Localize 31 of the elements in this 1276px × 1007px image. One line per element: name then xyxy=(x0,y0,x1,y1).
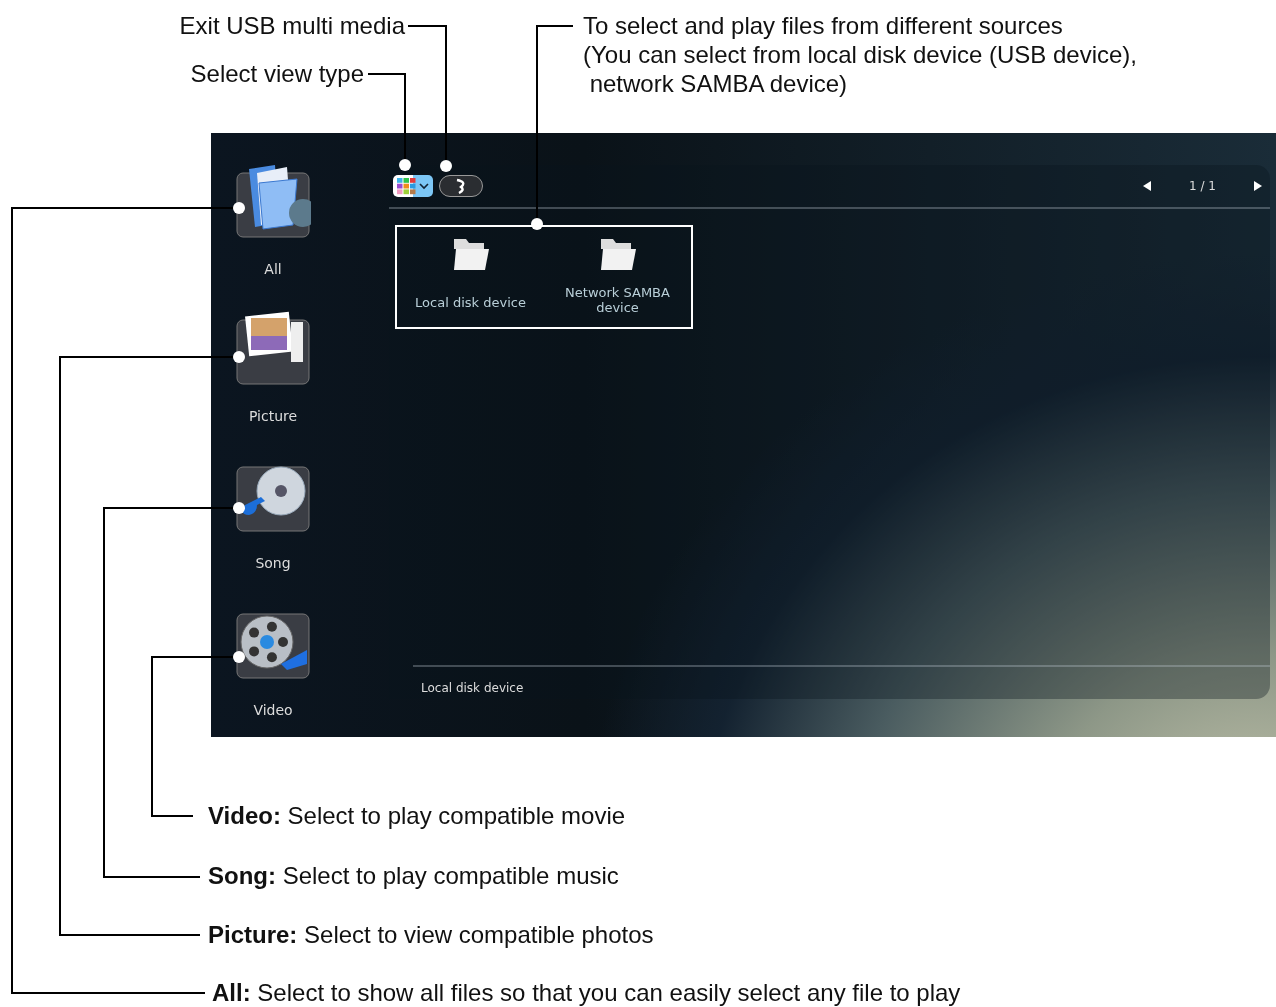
callout-text: Video: Select to play compatible movie xyxy=(208,801,626,831)
next-page-icon[interactable] xyxy=(1252,180,1264,192)
grid-icon xyxy=(395,177,417,195)
callout-text: To select and play files from different sources (You can select from local disk device (USB device), network SAMBA device) xyxy=(583,11,1137,98)
chevron-down-icon xyxy=(417,181,431,191)
source-label: Network SAMBA device xyxy=(564,285,671,315)
category-item[interactable]: Video xyxy=(235,604,311,737)
back-button[interactable] xyxy=(439,175,483,197)
category-label: All xyxy=(264,261,282,277)
category-item[interactable]: All xyxy=(235,163,311,296)
page-indicator: 1 / 1 xyxy=(1189,179,1216,193)
callout-text: Song: Select to play compatible music xyxy=(208,861,619,891)
view-type-button[interactable] xyxy=(393,175,433,197)
callout-text: Picture: Select to view compatible photos xyxy=(208,920,654,950)
source-label: Local disk device xyxy=(414,295,527,310)
category-label: Song xyxy=(255,555,291,571)
folder-icon xyxy=(598,237,637,271)
callout-text: All: Select to show all files so that you can easily select any file to play xyxy=(212,978,961,1007)
category-label: Picture xyxy=(248,408,298,424)
category-label: Video xyxy=(253,702,293,718)
source-item[interactable]: Local disk device xyxy=(397,227,544,327)
photo-stack-icon xyxy=(235,310,311,386)
previous-page-icon[interactable] xyxy=(1141,180,1154,192)
folder-icon xyxy=(451,237,490,271)
callout-text: Exit USB multi media xyxy=(179,11,405,40)
source-item[interactable]: Network SAMBA device xyxy=(544,227,691,327)
callout-text: Select view type xyxy=(190,59,364,88)
category-item[interactable]: Song xyxy=(235,457,311,590)
status-text: Local disk device xyxy=(421,681,525,695)
category-item[interactable]: Picture xyxy=(235,310,311,443)
folder-icon xyxy=(235,163,311,239)
